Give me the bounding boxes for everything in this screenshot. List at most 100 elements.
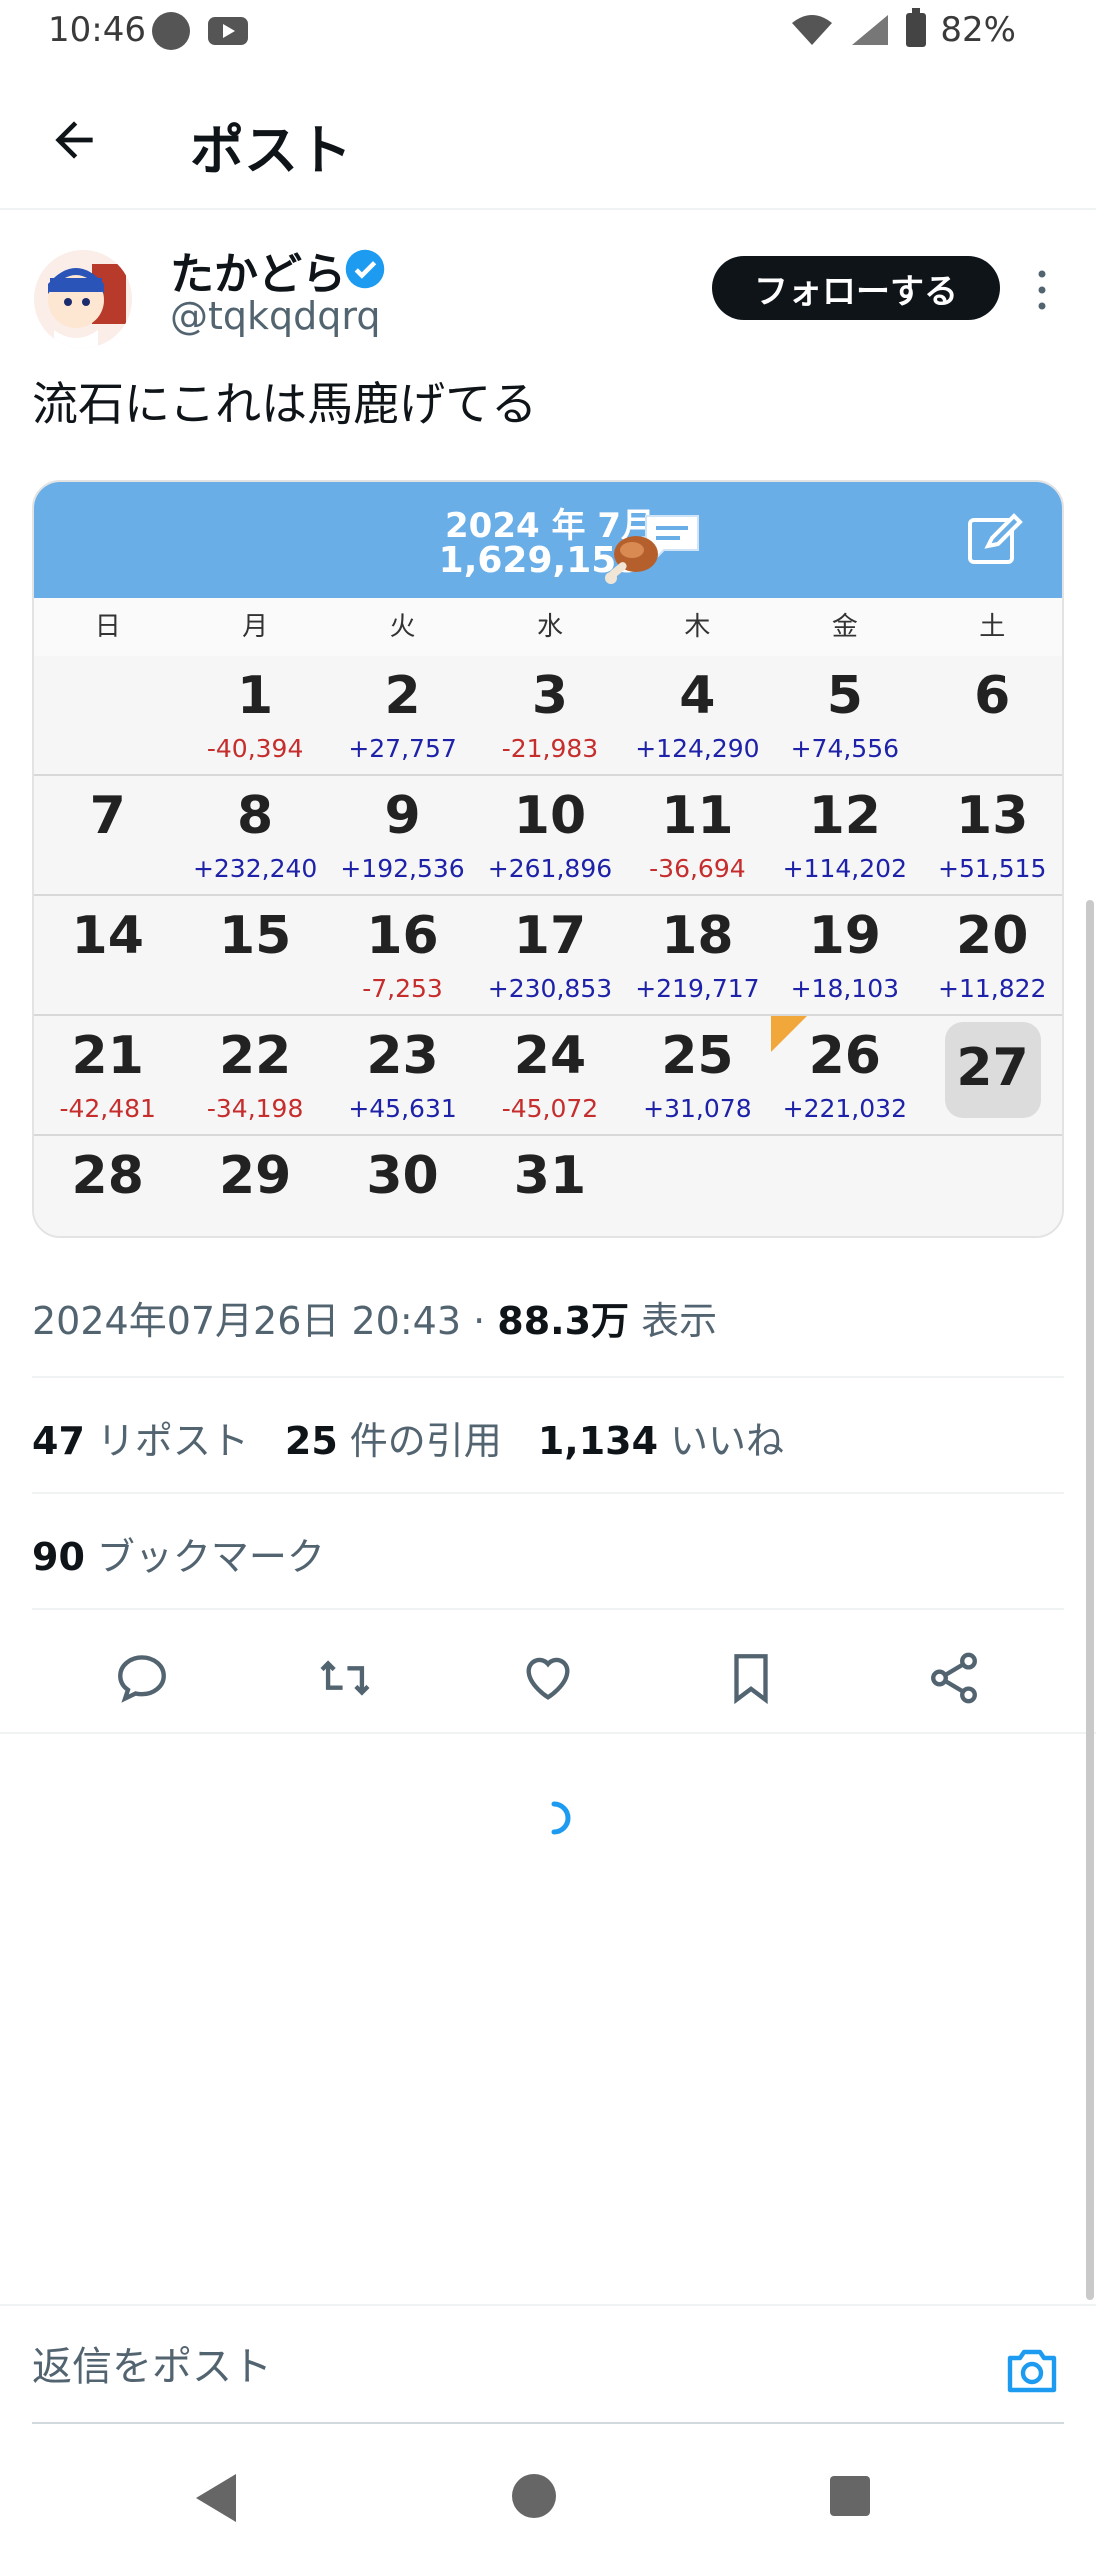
day-number: 9 bbox=[384, 786, 421, 846]
reply-underline bbox=[32, 2422, 1064, 2424]
day-delta: -42,481 bbox=[59, 1094, 156, 1123]
calendar-day-cell bbox=[771, 1136, 918, 1236]
day-number: 28 bbox=[71, 1146, 144, 1206]
day-delta: +51,515 bbox=[938, 854, 1047, 883]
author-handle[interactable]: @tqkqdqrq bbox=[170, 294, 380, 338]
day-number: 2 bbox=[384, 666, 421, 726]
bookmark-count: 90 bbox=[32, 1535, 85, 1579]
day-delta: +27,757 bbox=[348, 734, 457, 763]
meta-separator: · bbox=[473, 1299, 486, 1343]
day-number: 10 bbox=[513, 786, 587, 846]
calendar-day-cell bbox=[624, 1136, 771, 1236]
youtube-icon bbox=[208, 17, 248, 45]
calendar-day-cell: 28 bbox=[34, 1136, 181, 1236]
weekday-label: 日 bbox=[94, 612, 121, 642]
day-delta: +232,240 bbox=[192, 854, 318, 883]
bookmark-icon[interactable] bbox=[722, 1649, 780, 1707]
calendar-day-cell: 30 bbox=[329, 1136, 476, 1236]
day-number: 26 bbox=[808, 1026, 881, 1086]
author-name[interactable]: たかどら bbox=[170, 238, 346, 302]
day-number: 19 bbox=[808, 906, 881, 966]
like-icon[interactable] bbox=[519, 1649, 577, 1707]
calendar-image[interactable]: 2024 年 7月 1,629,153 日 月 火 水 木 金 土 1 -40,3… bbox=[32, 480, 1064, 1238]
day-delta: +192,536 bbox=[340, 854, 465, 883]
scrollbar[interactable] bbox=[1086, 900, 1094, 2300]
more-options-icon[interactable] bbox=[1030, 266, 1054, 314]
status-right: 82% bbox=[790, 8, 1016, 50]
top-app-bar: ポスト bbox=[0, 70, 1096, 210]
quote-count: 25 bbox=[284, 1419, 338, 1463]
calendar-day-cell: 29 bbox=[181, 1136, 328, 1236]
calendar-day-cell: 21 -42,481 bbox=[34, 1016, 181, 1134]
quote-count-link[interactable]: 25 件の引用 bbox=[285, 1410, 502, 1465]
day-number: 15 bbox=[218, 906, 292, 966]
avatar-image bbox=[34, 250, 132, 348]
day-delta: +11,822 bbox=[938, 974, 1047, 1003]
repost-count-link[interactable]: 47 リポスト bbox=[32, 1410, 249, 1465]
day-number: 7 bbox=[89, 786, 126, 846]
reply-icon[interactable] bbox=[113, 1649, 171, 1707]
weekday-label: 木 bbox=[684, 612, 711, 642]
camera-icon[interactable] bbox=[1004, 2346, 1060, 2396]
calendar-day-cell: 9 +192,536 bbox=[329, 776, 476, 894]
divider bbox=[32, 1376, 1064, 1378]
calendar-day-cell: 31 bbox=[476, 1136, 623, 1236]
meat-icon bbox=[605, 536, 658, 584]
day-number: 30 bbox=[366, 1146, 439, 1206]
calendar-total: 1,629,153 bbox=[438, 540, 642, 581]
day-delta: +45,631 bbox=[348, 1094, 457, 1123]
day-delta: -7,253 bbox=[362, 974, 443, 1003]
calendar-day-cell: 7 bbox=[34, 776, 181, 894]
calendar-grid: 1 -40,394 2 +27,757 3 -21,983 4 +124,290 5 +74,55… bbox=[34, 656, 1062, 1236]
calendar-day-cell: 11 -36,694 bbox=[624, 776, 771, 894]
view-label: 表示 bbox=[641, 1299, 718, 1343]
day-number: 20 bbox=[956, 906, 1029, 966]
day-number: 12 bbox=[808, 786, 881, 846]
weekday-label: 水 bbox=[536, 612, 563, 642]
day-number: 24 bbox=[513, 1026, 587, 1086]
nav-home-icon[interactable] bbox=[512, 2474, 556, 2518]
reply-input[interactable] bbox=[32, 2344, 952, 2390]
share-icon[interactable] bbox=[925, 1649, 983, 1707]
nav-back-icon[interactable] bbox=[196, 2474, 236, 2522]
calendar-day-cell: 26 +221,032 bbox=[771, 1016, 918, 1134]
divider bbox=[32, 1608, 1064, 1610]
day-number: 29 bbox=[218, 1146, 292, 1206]
calendar-day-cell: 8 +232,240 bbox=[181, 776, 328, 894]
calendar-day-cell: 18 +219,717 bbox=[624, 896, 771, 1014]
day-delta: +261,896 bbox=[487, 854, 613, 883]
day-delta: +124,290 bbox=[635, 734, 760, 763]
calendar-day-cell bbox=[919, 1136, 1062, 1236]
day-delta: +230,853 bbox=[487, 974, 613, 1003]
repost-count: 47 bbox=[32, 1419, 85, 1463]
day-delta: +31,078 bbox=[643, 1094, 752, 1123]
day-number: 1 bbox=[237, 666, 274, 726]
day-number: 27 bbox=[944, 1022, 1041, 1118]
weekday-label: 金 bbox=[831, 612, 858, 642]
repost-icon[interactable] bbox=[316, 1649, 374, 1707]
bookmark-count-link[interactable]: 90 ブックマーク bbox=[32, 1526, 325, 1581]
day-delta: +219,717 bbox=[635, 974, 760, 1003]
nav-recents-icon[interactable] bbox=[830, 2476, 870, 2516]
bookmark-label: ブックマーク bbox=[96, 1535, 325, 1579]
day-delta: -40,394 bbox=[206, 734, 304, 763]
like-count-link[interactable]: 1,134 いいね bbox=[538, 1410, 784, 1465]
day-delta: -34,198 bbox=[206, 1094, 304, 1123]
weekday-row: 日 月 火 水 木 金 土 bbox=[34, 598, 1062, 656]
battery-icon bbox=[906, 8, 927, 47]
avatar[interactable] bbox=[34, 250, 132, 348]
calendar-day-cell: 5 +74,556 bbox=[771, 656, 918, 774]
back-arrow-icon[interactable] bbox=[46, 112, 102, 168]
wifi-icon bbox=[792, 15, 833, 45]
post-datetime[interactable]: 2024年07月26日 20:43 bbox=[32, 1299, 461, 1343]
calendar-day-cell: 2 +27,757 bbox=[329, 656, 476, 774]
author-row: たかどら @tqkqdqrq フォローする bbox=[0, 236, 1096, 356]
day-delta: +221,032 bbox=[782, 1094, 907, 1123]
calendar-day-cell: 17 +230,853 bbox=[476, 896, 623, 1014]
calendar-day-cell: 3 -21,983 bbox=[476, 656, 623, 774]
day-delta: +18,103 bbox=[790, 974, 900, 1003]
post-text: 流石にこれは馬鹿げてる bbox=[32, 377, 538, 431]
follow-button[interactable]: フォローする bbox=[712, 256, 1000, 320]
loading-spinner-icon bbox=[551, 1801, 571, 1835]
day-delta: -36,694 bbox=[649, 854, 746, 883]
